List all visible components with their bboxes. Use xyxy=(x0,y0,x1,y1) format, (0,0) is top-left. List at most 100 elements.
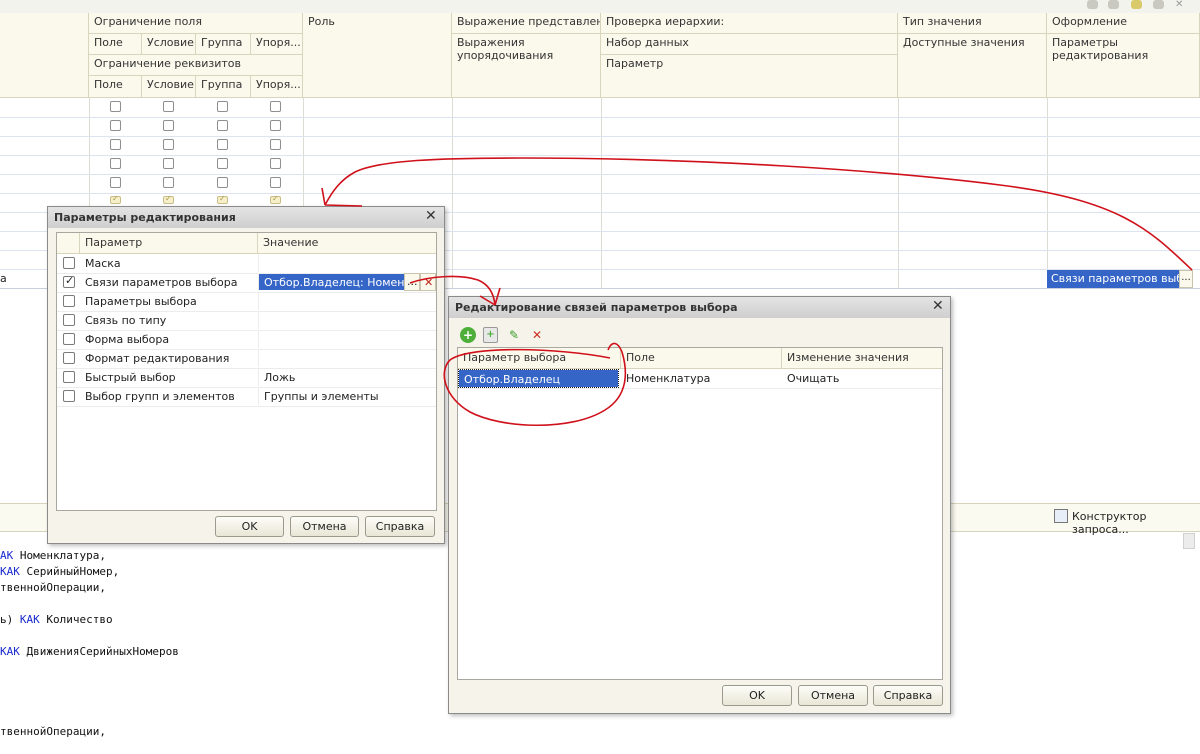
param-checkbox[interactable] xyxy=(63,333,75,345)
delete-icon[interactable]: ✕ xyxy=(529,327,545,343)
grid-checkbox[interactable] xyxy=(217,158,228,169)
copy-icon[interactable]: + xyxy=(483,327,498,343)
grid-checkbox[interactable] xyxy=(270,139,281,150)
param-row[interactable]: Связь по типу xyxy=(57,311,436,331)
col-parameter[interactable]: Параметр xyxy=(80,233,258,254)
col-choice-param[interactable]: Параметр выбора xyxy=(458,348,621,369)
settings-icon[interactable] xyxy=(1108,0,1119,9)
param-checkbox[interactable] xyxy=(63,390,75,402)
header-condition-2[interactable]: Условие xyxy=(142,76,196,98)
header-attr-restriction[interactable]: Ограничение реквизитов xyxy=(89,55,303,76)
grid-checkbox[interactable] xyxy=(270,194,281,204)
header-group[interactable]: Группа xyxy=(196,34,251,55)
help-button[interactable]: Справка xyxy=(873,685,943,706)
param-checkbox[interactable] xyxy=(63,295,75,307)
grid-checkbox[interactable] xyxy=(270,120,281,131)
header-appearance[interactable]: Оформление xyxy=(1047,13,1200,34)
param-checkbox[interactable] xyxy=(63,352,75,364)
grid-checkbox[interactable] xyxy=(270,101,281,112)
edit-icon[interactable]: ✎ xyxy=(506,327,522,343)
add-icon[interactable]: + xyxy=(460,327,476,343)
param-row[interactable]: Формат редактирования xyxy=(57,349,436,369)
add-icon[interactable] xyxy=(1131,0,1142,9)
header-role[interactable]: Роль xyxy=(303,13,452,98)
grid-checkbox[interactable] xyxy=(163,139,174,150)
header-field-2[interactable]: Поле xyxy=(89,76,142,98)
grid-checkbox[interactable] xyxy=(217,139,228,150)
col-field[interactable]: Поле xyxy=(621,348,782,369)
clear-icon[interactable]: ✕ xyxy=(420,273,436,291)
grid-checkbox[interactable] xyxy=(217,120,228,131)
grid-checkbox[interactable] xyxy=(163,177,174,188)
param-checkbox[interactable] xyxy=(63,257,75,269)
grid-checkbox[interactable] xyxy=(163,158,174,169)
param-value[interactable] xyxy=(258,330,436,348)
ok-button[interactable]: OK xyxy=(215,516,284,537)
grid-checkbox[interactable] xyxy=(110,101,121,112)
param-row[interactable]: Связи параметров выбора Отбор.Владелец: Н… xyxy=(57,273,436,293)
param-value[interactable]: Группы и элементы xyxy=(258,387,436,405)
header-ordering[interactable]: Упоря... xyxy=(251,34,303,55)
header-field[interactable]: Поле xyxy=(89,34,142,55)
table-row[interactable]: Отбор.Владелец Номенклатура Очищать xyxy=(458,369,942,389)
grid-checkbox[interactable] xyxy=(270,177,281,188)
header-ordering-2[interactable]: Упоря... xyxy=(251,76,303,98)
cancel-button[interactable]: Отмена xyxy=(290,516,359,537)
param-checkbox[interactable] xyxy=(63,274,75,288)
grid-ellipsis-button[interactable]: ... xyxy=(1179,270,1193,288)
grid-checkbox[interactable] xyxy=(217,194,228,204)
param-row[interactable]: Быстрый выбор Ложь xyxy=(57,368,436,388)
query-builder-link[interactable]: Конструктор запроса... xyxy=(1072,510,1200,536)
grid-checkbox[interactable] xyxy=(163,120,174,131)
grid-checkbox[interactable] xyxy=(270,158,281,169)
grid-checkbox[interactable] xyxy=(163,101,174,112)
close-icon[interactable]: ✕ xyxy=(932,299,944,313)
dialog-title[interactable]: Параметры редактирования xyxy=(48,207,444,228)
header-parameter[interactable]: Параметр xyxy=(601,55,898,98)
param-row[interactable]: Выбор групп и элементов Группы и элементы xyxy=(57,387,436,407)
grid-checkbox[interactable] xyxy=(163,194,174,204)
param-value[interactable] xyxy=(258,311,436,329)
query-builder-icon[interactable] xyxy=(1054,509,1068,523)
col-value[interactable]: Значение xyxy=(258,233,436,254)
param-row[interactable]: Маска xyxy=(57,254,436,274)
header-order-exprs[interactable]: Выражения упорядочивания xyxy=(452,34,601,98)
header-field-restriction[interactable]: Ограничение поля xyxy=(89,13,303,34)
window-icon[interactable] xyxy=(1153,0,1164,9)
header-available-values[interactable]: Доступные значения xyxy=(898,34,1047,98)
header-value-type[interactable]: Тип значения xyxy=(898,13,1047,34)
header-edit-params[interactable]: Параметры редактирования xyxy=(1047,34,1200,98)
selected-cell-edit-params[interactable]: Связи параметров выбор xyxy=(1047,270,1179,288)
param-value[interactable] xyxy=(258,349,436,367)
choice-param-cell[interactable]: Отбор.Владелец xyxy=(458,369,619,388)
param-value[interactable] xyxy=(258,254,436,272)
grid-checkbox[interactable] xyxy=(110,139,121,150)
dialog-title[interactable]: Редактирование связей параметров выбора xyxy=(449,297,950,318)
field-cell[interactable]: Номенклатура xyxy=(621,369,782,387)
param-value[interactable]: Отбор.Владелец: Номенкла xyxy=(258,274,404,290)
param-checkbox[interactable] xyxy=(63,371,75,383)
grid-checkbox[interactable] xyxy=(110,177,121,188)
value-ellipsis-button[interactable]: ... xyxy=(404,273,420,291)
grid-checkbox[interactable] xyxy=(217,177,228,188)
param-row[interactable]: Параметры выбора xyxy=(57,292,436,312)
grid-checkbox[interactable] xyxy=(110,158,121,169)
change-cell[interactable]: Очищать xyxy=(782,369,942,387)
grid-checkbox[interactable] xyxy=(217,101,228,112)
grid-checkbox[interactable] xyxy=(110,194,121,204)
scrollbar-up[interactable] xyxy=(1183,533,1195,549)
param-checkbox[interactable] xyxy=(63,314,75,326)
close-icon[interactable]: ✕ xyxy=(425,209,437,223)
ok-button[interactable]: OK xyxy=(722,685,792,706)
help-icon[interactable] xyxy=(1087,0,1098,9)
param-value[interactable] xyxy=(258,292,436,310)
param-value[interactable]: Ложь xyxy=(258,368,436,386)
param-row[interactable]: Форма выбора xyxy=(57,330,436,350)
help-button[interactable]: Справка xyxy=(365,516,435,537)
grid-checkbox[interactable] xyxy=(110,120,121,131)
header-presentation-expr[interactable]: Выражение представления xyxy=(452,13,601,34)
header-condition[interactable]: Условие xyxy=(142,34,196,55)
close-icon[interactable]: ✕ xyxy=(1175,0,1186,10)
header-group-2[interactable]: Группа xyxy=(196,76,251,98)
cancel-button[interactable]: Отмена xyxy=(798,685,868,706)
